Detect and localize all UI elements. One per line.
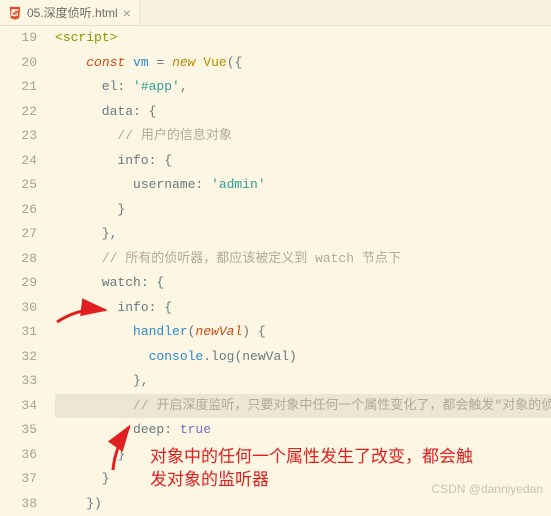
line-number: 31 [0, 320, 37, 345]
code-line: }, [55, 222, 551, 247]
code-line: data: { [55, 100, 551, 125]
line-number: 37 [0, 467, 37, 492]
line-number: 38 [0, 492, 37, 516]
line-number-gutter: 1920212223242526272829303132333435363738 [0, 26, 55, 500]
code-line: watch: { [55, 271, 551, 296]
line-number: 22 [0, 100, 37, 125]
tab-bar: 05.深度侦听.html × [0, 0, 551, 26]
code-line: }, [55, 369, 551, 394]
line-number: 19 [0, 26, 37, 51]
code-line: const vm = new Vue({ [55, 51, 551, 76]
line-number: 25 [0, 173, 37, 198]
line-number: 30 [0, 296, 37, 321]
annotation-arrow-2 [105, 422, 145, 472]
code-line: console.log(newVal) [55, 345, 551, 370]
code-line: // 所有的侦听器，都应该被定义到 watch 节点下 [55, 247, 551, 272]
tab-active[interactable]: 05.深度侦听.html × [0, 0, 140, 25]
line-number: 29 [0, 271, 37, 296]
tab-filename: 05.深度侦听.html [27, 4, 118, 21]
line-number: 34 [0, 394, 37, 419]
line-number: 26 [0, 198, 37, 223]
code-line: info: { [55, 149, 551, 174]
annotation-arrow-1 [55, 302, 115, 332]
code-line: <script> [55, 26, 551, 51]
line-number: 36 [0, 443, 37, 468]
code-line: el: '#app', [55, 75, 551, 100]
line-number: 32 [0, 345, 37, 370]
watermark: CSDN @danniyedan [431, 482, 543, 496]
line-number: 27 [0, 222, 37, 247]
line-number: 35 [0, 418, 37, 443]
close-icon[interactable]: × [123, 6, 131, 20]
code-line: // 开启深度监听，只要对象中任何一个属性变化了，都会触发"对象的侦听器" [55, 394, 551, 419]
code-line: username: 'admin' [55, 173, 551, 198]
line-number: 24 [0, 149, 37, 174]
line-number: 20 [0, 51, 37, 76]
code-line: } [55, 198, 551, 223]
line-number: 23 [0, 124, 37, 149]
code-editor[interactable]: 1920212223242526272829303132333435363738… [0, 26, 551, 500]
line-number: 33 [0, 369, 37, 394]
code-line: info: { [55, 296, 551, 321]
line-number: 28 [0, 247, 37, 272]
code-line: handler(newVal) { [55, 320, 551, 345]
code-line: // 用户的信息对象 [55, 124, 551, 149]
line-number: 21 [0, 75, 37, 100]
html-file-icon [8, 6, 22, 20]
